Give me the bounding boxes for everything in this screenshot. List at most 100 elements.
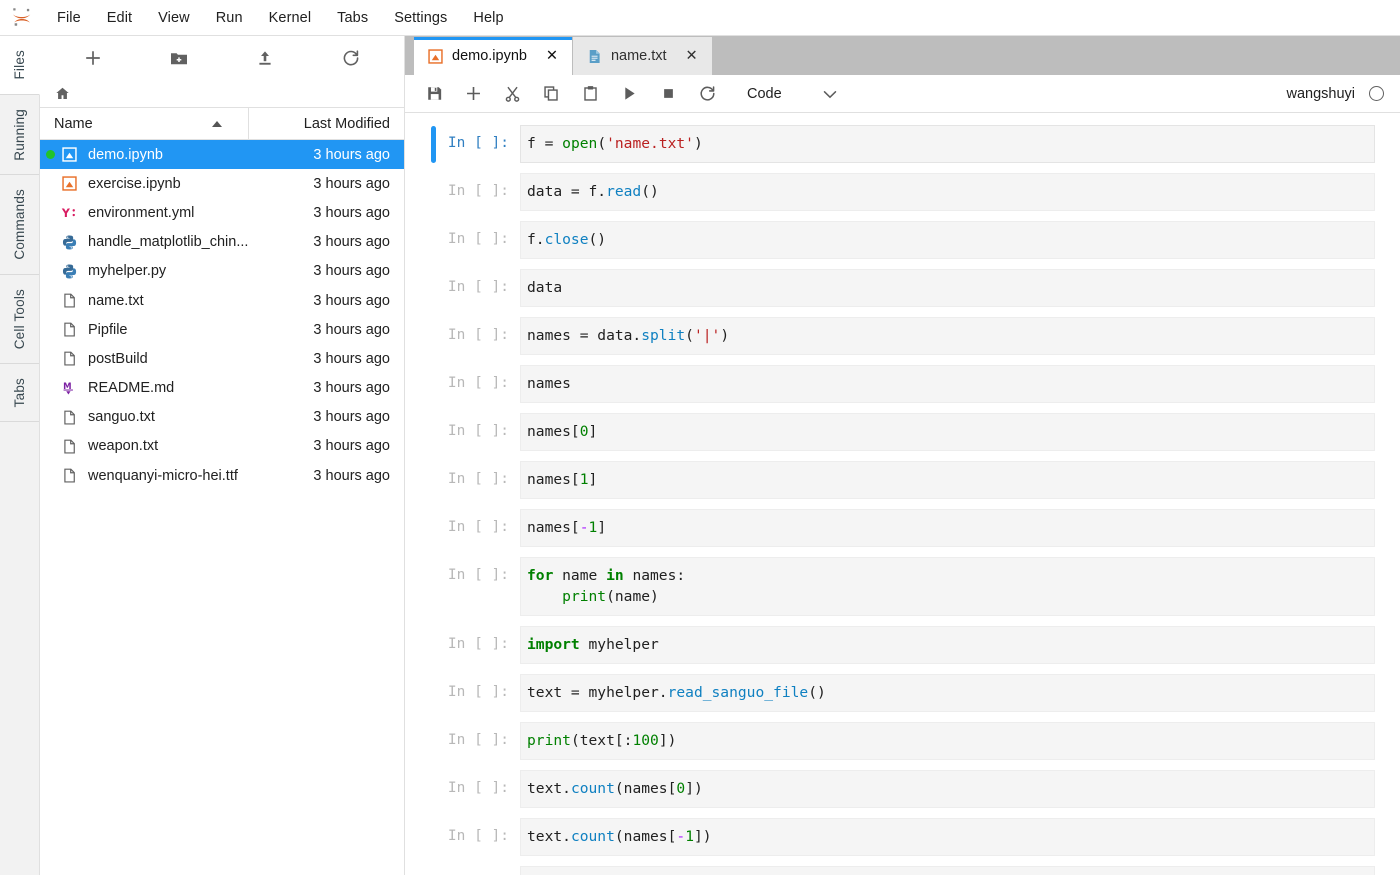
sidebar-tab-running-label: Running xyxy=(12,95,27,175)
menu-view[interactable]: View xyxy=(145,6,203,30)
file-list-item[interactable]: postBuild3 hours ago xyxy=(40,344,404,373)
file-list-item[interactable]: wenquanyi-micro-hei.ttf3 hours ago xyxy=(40,461,404,490)
file-list-item[interactable]: name.txt3 hours ago xyxy=(40,286,404,315)
sidebar-tab-files[interactable]: Files xyxy=(0,36,40,95)
new-folder-icon xyxy=(169,48,189,68)
stop-icon xyxy=(659,84,678,103)
file-list-item[interactable]: demo.ipynb3 hours ago xyxy=(40,140,404,169)
sidebar-tab-commands[interactable]: Commands xyxy=(0,175,39,275)
cell-code-editor[interactable]: data = f.read() xyxy=(520,173,1375,211)
cell-code-editor[interactable]: names[0] xyxy=(520,413,1375,451)
cell-code-editor[interactable]: f = open('name.txt') xyxy=(520,125,1375,163)
restart-kernel-button[interactable] xyxy=(688,79,727,109)
dock-tab[interactable]: name.txt✕ xyxy=(573,37,713,75)
menu-settings[interactable]: Settings xyxy=(381,6,460,30)
notebook-cell[interactable]: In [ ]:data = f.read() xyxy=(405,168,1400,216)
paste-cell-button[interactable] xyxy=(571,79,610,109)
file-modified: 3 hours ago xyxy=(249,380,404,396)
file-list-item[interactable]: exercise.ipynb3 hours ago xyxy=(40,169,404,198)
menu-items: File Edit View Run Kernel Tabs Settings … xyxy=(44,6,517,30)
notebook-cell[interactable]: In [ ]:names[-1] xyxy=(405,504,1400,552)
menu-kernel[interactable]: Kernel xyxy=(256,6,325,30)
file-list-item[interactable]: Pipfile3 hours ago xyxy=(40,315,404,344)
copy-cell-button[interactable] xyxy=(532,79,571,109)
kernel-name-label[interactable]: wangshuyi xyxy=(1286,86,1355,102)
cell-code-editor[interactable]: names[-1] xyxy=(520,509,1375,547)
notebook-cell[interactable]: In [ ]:text.count(names[0]) xyxy=(405,765,1400,813)
sidebar-tab-tabs[interactable]: Tabs xyxy=(0,364,39,422)
file-name: sanguo.txt xyxy=(80,409,249,425)
file-name: demo.ipynb xyxy=(80,147,249,163)
kernel-running-dot xyxy=(46,179,55,188)
cell-code-editor[interactable]: import myhelper xyxy=(520,626,1375,664)
notebook-cell[interactable]: In [ ]:names[0] xyxy=(405,408,1400,456)
column-header-name[interactable]: Name xyxy=(40,108,249,139)
breadcrumb[interactable] xyxy=(40,80,404,108)
notebook-cell[interactable]: In [ ]:print(text[:100]) xyxy=(405,717,1400,765)
notebook-cell[interactable]: In [ ]:names[1] xyxy=(405,456,1400,504)
cell-code-editor[interactable]: for name in names: print(name) xyxy=(520,557,1375,616)
menu-file[interactable]: File xyxy=(44,6,94,30)
cell-code-editor[interactable]: names[1] xyxy=(520,461,1375,499)
cell-code-editor[interactable]: names xyxy=(520,365,1375,403)
cell-source: f.close() xyxy=(527,229,1364,250)
notebook-cell[interactable]: In [ ]:import myhelper xyxy=(405,621,1400,669)
kernel-idle-circle-icon[interactable] xyxy=(1369,86,1384,101)
new-launcher-button[interactable] xyxy=(50,41,136,75)
menu-help[interactable]: Help xyxy=(460,6,516,30)
file-name: wenquanyi-micro-hei.ttf xyxy=(80,468,249,484)
save-icon xyxy=(425,84,444,103)
file-list-item[interactable]: sanguo.txt3 hours ago xyxy=(40,403,404,432)
cell-code-editor[interactable]: text.count(names[0]) xyxy=(520,770,1375,808)
svg-text:Y: Y xyxy=(61,207,71,220)
close-icon[interactable]: ✕ xyxy=(683,47,701,65)
notebook-cell[interactable]: In [ ]:f = open('name.txt') xyxy=(405,120,1400,168)
dock-tab[interactable]: demo.ipynb✕ xyxy=(414,37,573,75)
interrupt-kernel-button[interactable] xyxy=(649,79,688,109)
notebook-cell[interactable]: In [ ]:text.count(names[-1]) xyxy=(405,813,1400,861)
menu-edit[interactable]: Edit xyxy=(94,6,145,30)
cell-code-editor[interactable]: f.close() xyxy=(520,221,1375,259)
file-list-item[interactable]: myhelper.py3 hours ago xyxy=(40,257,404,286)
jupyter-logo xyxy=(0,4,44,32)
file-list-item[interactable]: weapon.txt3 hours ago xyxy=(40,432,404,461)
file-list-item[interactable]: handle_matplotlib_chin...3 hours ago xyxy=(40,228,404,257)
cell-code-editor[interactable]: names = data.split('|') xyxy=(520,317,1375,355)
new-folder-button[interactable] xyxy=(136,41,222,75)
cell-code-editor[interactable]: text = myhelper.read_sanguo_file() xyxy=(520,674,1375,712)
cell-type-select[interactable]: Code xyxy=(737,80,845,108)
cell-code-editor[interactable]: print(text[:100]) xyxy=(520,722,1375,760)
notebook-cell[interactable]: In [ ]:names xyxy=(405,360,1400,408)
notebook-cell[interactable]: In [ ]:f.close() xyxy=(405,216,1400,264)
menu-run[interactable]: Run xyxy=(203,6,256,30)
sidebar-tab-cell-tools[interactable]: Cell Tools xyxy=(0,275,39,364)
file-list-item[interactable]: Y environment.yml3 hours ago xyxy=(40,198,404,227)
cell-code-editor[interactable] xyxy=(520,866,1375,875)
run-cell-button[interactable] xyxy=(610,79,649,109)
upload-button[interactable] xyxy=(222,41,308,75)
menu-tabs[interactable]: Tabs xyxy=(324,6,381,30)
cell-code-editor[interactable]: data xyxy=(520,269,1375,307)
notebook-cell[interactable]: In [ ]:data xyxy=(405,264,1400,312)
kernel-running-dot xyxy=(46,150,55,159)
notebook-cell[interactable]: In [ ]: xyxy=(405,861,1400,875)
play-icon xyxy=(620,84,639,103)
close-icon[interactable]: ✕ xyxy=(543,47,561,65)
file-list-item[interactable]: M README.md3 hours ago xyxy=(40,374,404,403)
notebook-cell[interactable]: In [ ]:text = myhelper.read_sanguo_file(… xyxy=(405,669,1400,717)
notebook-cell[interactable]: In [ ]:for name in names: print(name) xyxy=(405,552,1400,621)
notebook-cell[interactable]: In [ ]:names = data.split('|') xyxy=(405,312,1400,360)
refresh-button[interactable] xyxy=(308,41,394,75)
jupyterlab-window: File Edit View Run Kernel Tabs Settings … xyxy=(0,0,1400,875)
cell-code-editor[interactable]: text.count(names[-1]) xyxy=(520,818,1375,856)
sidebar-tab-running[interactable]: Running xyxy=(0,95,39,176)
kernel-running-dot xyxy=(46,208,55,217)
save-button[interactable] xyxy=(415,79,454,109)
cut-cell-button[interactable] xyxy=(493,79,532,109)
column-header-last-modified[interactable]: Last Modified xyxy=(249,116,404,132)
file-name: weapon.txt xyxy=(80,438,249,454)
menu-bar: File Edit View Run Kernel Tabs Settings … xyxy=(0,0,1400,36)
cell-prompt: In [ ]: xyxy=(436,365,520,394)
insert-cell-button[interactable] xyxy=(454,79,493,109)
notebook-icon xyxy=(58,175,80,192)
